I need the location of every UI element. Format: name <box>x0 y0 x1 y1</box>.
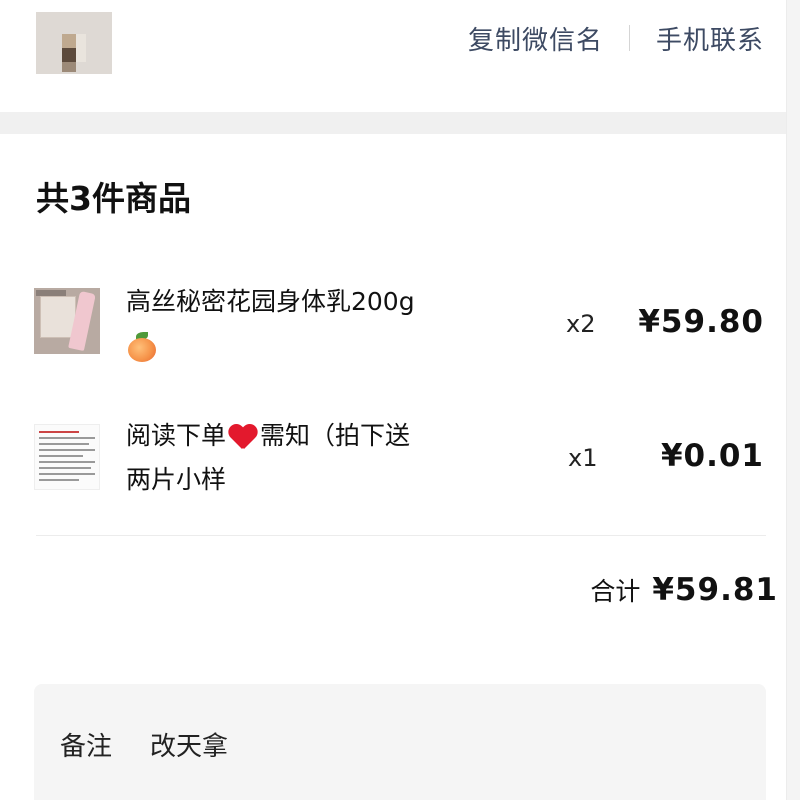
item-quantity: x2 <box>566 310 596 338</box>
section-gap <box>0 112 786 134</box>
item-price: ¥59.80 <box>638 304 764 340</box>
product-thumbnail[interactable] <box>34 288 100 354</box>
order-item[interactable]: 阅读下单 需知（拍下送 两片小样 x1 ¥0.01 <box>0 410 786 510</box>
total-label: 合计 <box>590 577 641 606</box>
items-divider <box>36 535 766 536</box>
scrollbar-track[interactable] <box>786 0 800 800</box>
item-price: ¥0.01 <box>660 438 764 474</box>
order-item[interactable]: 高丝秘密花园身体乳200g x2 ¥59.80 <box>0 276 786 376</box>
customer-avatar[interactable] <box>36 12 112 74</box>
item-name-line-2: 两片小样 <box>126 465 227 494</box>
goods-count-title: 共3件商品 <box>36 179 191 218</box>
contact-bar: 复制微信名 手机联系 <box>0 0 786 112</box>
action-separator <box>628 25 630 51</box>
remark-card: 备注 改天拿 <box>34 684 766 800</box>
copy-wechat-name-button[interactable]: 复制微信名 <box>468 20 603 57</box>
item-name: 高丝秘密花园身体乳200g <box>126 280 526 368</box>
item-name-line-2 <box>126 324 526 368</box>
item-name-line: 阅读下单 需知（拍下送 <box>126 414 526 458</box>
total-value: ¥59.81 <box>652 572 778 608</box>
phone-contact-button[interactable]: 手机联系 <box>656 20 764 57</box>
document-thumbnail[interactable] <box>34 424 100 490</box>
contact-actions: 复制微信名 手机联系 <box>468 18 764 58</box>
item-name-part: 需知（拍下送 <box>260 421 411 450</box>
order-total: 合计 ¥59.81 <box>590 572 778 608</box>
item-name: 阅读下单 需知（拍下送 两片小样 <box>126 414 526 502</box>
peach-emoji-icon <box>126 332 158 362</box>
red-heart-emoji-icon <box>228 423 258 451</box>
remark-label: 备注 <box>60 732 113 762</box>
item-name-line: 高丝秘密花园身体乳200g <box>126 287 415 316</box>
remark-value: 改天拿 <box>150 732 229 762</box>
item-quantity: x1 <box>568 444 598 472</box>
item-name-part: 阅读下单 <box>126 421 227 450</box>
